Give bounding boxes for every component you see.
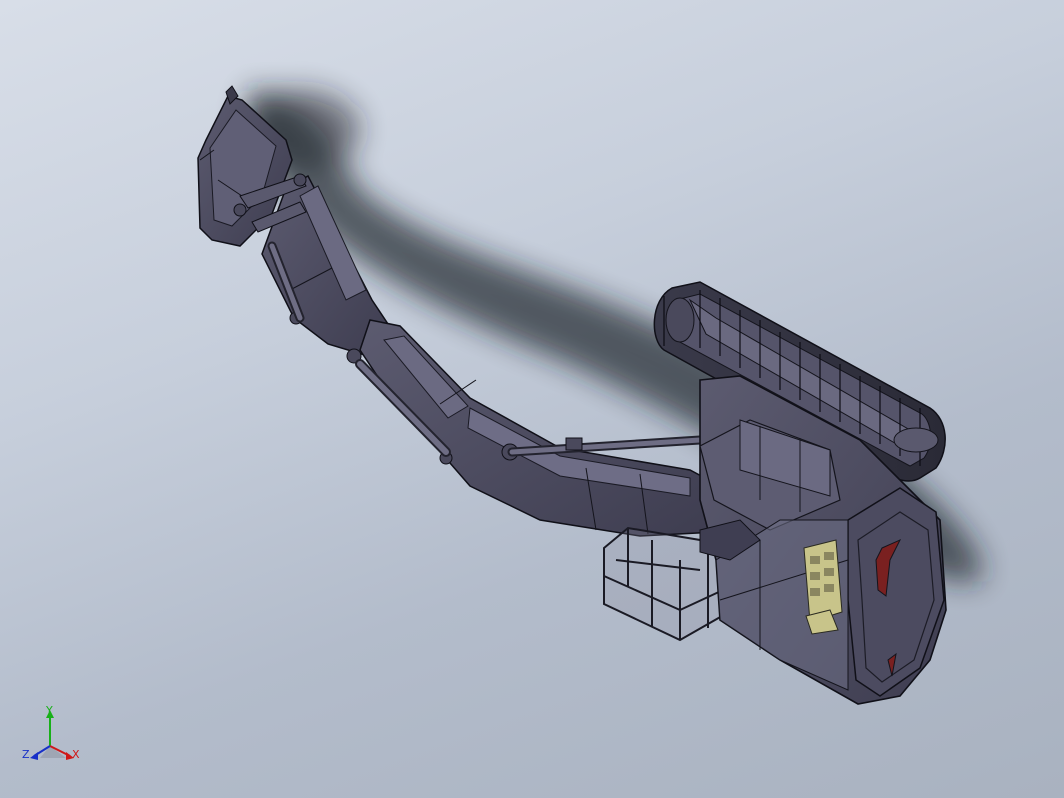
excavator-model[interactable]	[0, 0, 1064, 798]
graphics-viewport[interactable]: Y X Z	[0, 0, 1064, 798]
triad-y-label: Y	[46, 704, 53, 717]
triad-x-label: X	[72, 748, 80, 761]
z-axis-arrow-icon	[30, 752, 38, 760]
triad-z-label: Z	[22, 748, 30, 761]
